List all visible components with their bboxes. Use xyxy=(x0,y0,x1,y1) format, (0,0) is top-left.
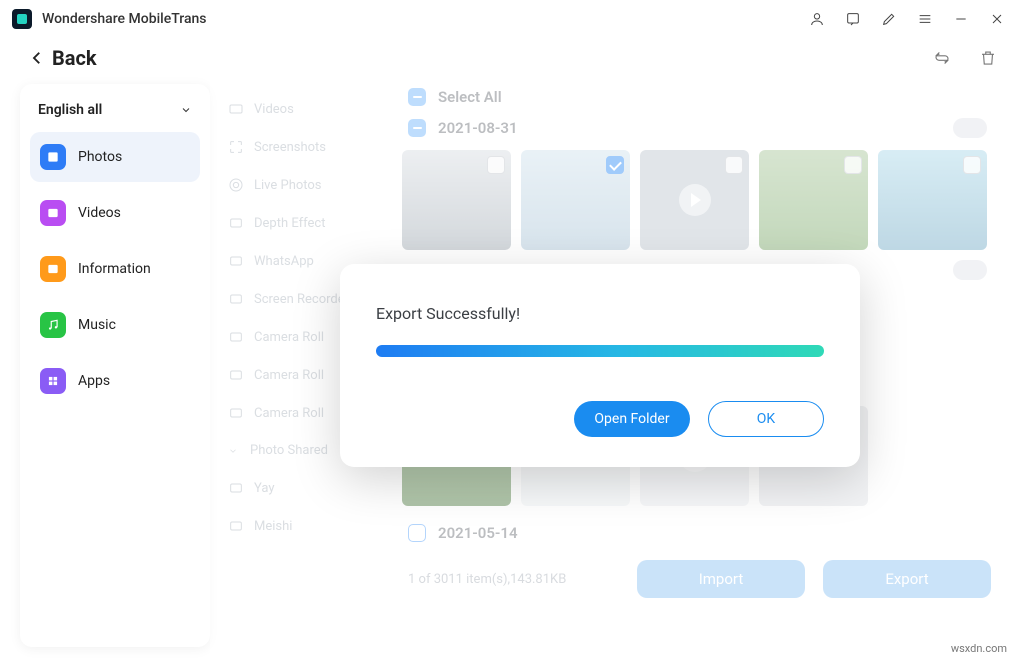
category-depth-effect[interactable]: Depth Effect xyxy=(220,204,398,242)
account-icon[interactable] xyxy=(809,11,825,27)
category-yay[interactable]: Yay xyxy=(220,469,398,507)
apps-icon xyxy=(40,368,66,394)
selection-status: 1 of 3011 item(s),143.81KB xyxy=(408,572,566,587)
edit-icon[interactable] xyxy=(881,11,897,27)
back-button[interactable]: Back xyxy=(28,46,97,70)
app-logo xyxy=(12,9,32,29)
caret-down-icon xyxy=(228,446,238,456)
date-label: 2021-08-31 xyxy=(438,119,518,137)
close-icon[interactable] xyxy=(989,11,1005,27)
progress-bar xyxy=(376,345,824,357)
sidebar-item-label: Music xyxy=(78,317,116,333)
thumb-checkbox[interactable] xyxy=(844,156,862,174)
select-all-label: Select All xyxy=(438,88,502,106)
footer-bar: 1 of 3011 item(s),143.81KB Import Export xyxy=(402,550,997,598)
photos-icon xyxy=(40,144,66,170)
export-success-modal: Export Successfully! Open Folder OK xyxy=(340,264,860,467)
trash-icon[interactable] xyxy=(979,49,997,67)
category-screenshots[interactable]: Screenshots xyxy=(220,128,398,166)
date-checkbox[interactable] xyxy=(408,524,426,542)
information-icon xyxy=(40,256,66,282)
date-label: 2021-05-14 xyxy=(438,524,518,542)
feedback-icon[interactable] xyxy=(845,11,861,27)
videos-icon xyxy=(40,200,66,226)
date-group-row: 2021-05-14 xyxy=(402,516,997,550)
sidebar-item-label: Apps xyxy=(78,373,110,389)
photo-thumb[interactable] xyxy=(402,150,511,250)
thumb-checkbox[interactable] xyxy=(963,156,981,174)
thumbnail-grid xyxy=(402,146,997,260)
open-folder-button[interactable]: Open Folder xyxy=(574,401,690,437)
category-live-photos[interactable]: Live Photos xyxy=(220,166,398,204)
thumb-checkbox[interactable] xyxy=(725,156,743,174)
modal-title: Export Successfully! xyxy=(376,304,824,323)
sidebar-item-information[interactable]: Information xyxy=(30,244,200,294)
minimize-icon[interactable] xyxy=(953,11,969,27)
sidebar-item-label: Information xyxy=(78,261,151,277)
date-count-badge xyxy=(953,118,987,138)
language-label: English all xyxy=(38,102,102,118)
music-icon xyxy=(40,312,66,338)
play-icon xyxy=(679,184,711,216)
date-checkbox[interactable] xyxy=(408,119,426,137)
sidebar-item-apps[interactable]: Apps xyxy=(30,356,200,406)
category-meishi[interactable]: Meishi xyxy=(220,507,398,545)
select-all-row: Select All xyxy=(402,84,997,110)
menu-icon[interactable] xyxy=(917,11,933,27)
export-button[interactable]: Export xyxy=(823,560,991,598)
date-group-row: 2021-08-31 xyxy=(402,110,997,146)
sidebar-item-label: Photos xyxy=(78,149,122,165)
chevron-left-icon xyxy=(28,49,46,67)
photo-thumb[interactable] xyxy=(640,150,749,250)
chevron-down-icon xyxy=(180,104,192,116)
select-all-checkbox[interactable] xyxy=(408,88,426,106)
sidebar-main: English all Photos Videos Information Mu… xyxy=(20,84,210,647)
date-count-badge xyxy=(953,260,987,280)
photo-thumb[interactable] xyxy=(878,150,987,250)
ok-button[interactable]: OK xyxy=(708,401,824,437)
app-title: Wondershare MobileTrans xyxy=(42,11,207,27)
category-videos[interactable]: Videos xyxy=(220,90,398,128)
title-bar: Wondershare MobileTrans xyxy=(0,0,1017,38)
photo-thumb[interactable] xyxy=(521,150,630,250)
thumb-checkbox[interactable] xyxy=(487,156,505,174)
sidebar-item-music[interactable]: Music xyxy=(30,300,200,350)
refresh-icon[interactable] xyxy=(933,49,951,67)
sidebar-item-videos[interactable]: Videos xyxy=(30,188,200,238)
photo-thumb[interactable] xyxy=(759,150,868,250)
thumb-checkbox[interactable] xyxy=(606,156,624,174)
sidebar-item-label: Videos xyxy=(78,205,121,221)
back-label: Back xyxy=(52,46,97,70)
watermark: wsxdn.com xyxy=(951,642,1007,655)
language-selector[interactable]: English all xyxy=(30,98,200,132)
sidebar-item-photos[interactable]: Photos xyxy=(30,132,200,182)
back-row: Back xyxy=(0,38,1017,78)
import-button[interactable]: Import xyxy=(637,560,805,598)
